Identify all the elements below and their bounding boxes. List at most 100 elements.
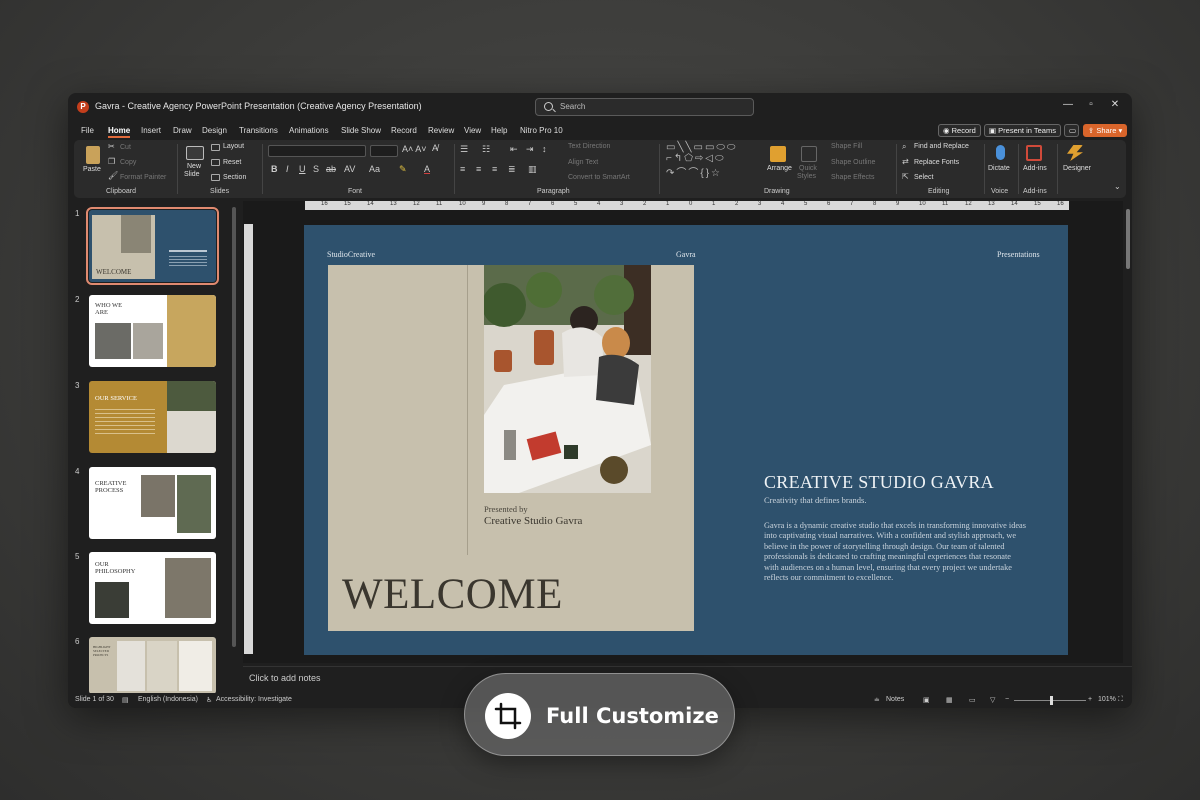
quick-styles-label-1[interactable]: Quick xyxy=(799,165,817,172)
designer-icon[interactable] xyxy=(1067,145,1083,161)
spelling-icon[interactable]: ▤ xyxy=(122,696,129,704)
notes-toggle-icon[interactable]: ≐ xyxy=(874,696,880,704)
find-icon[interactable]: ⌕ xyxy=(902,142,906,152)
tab-insert[interactable]: Insert xyxy=(141,126,161,135)
shape-fill-button[interactable]: Shape Fill xyxy=(831,143,862,150)
present-in-teams-button[interactable]: ▣ Present in Teams xyxy=(984,124,1061,137)
arrange-button[interactable]: Arrange xyxy=(767,165,792,172)
layout-button[interactable]: Layout xyxy=(223,143,244,150)
char-spacing-icon[interactable]: AV xyxy=(344,164,355,174)
align-center-icon[interactable]: ≡ xyxy=(476,164,481,174)
format-painter-icon[interactable]: 🖌 xyxy=(108,171,118,180)
shadow-icon[interactable]: S xyxy=(313,164,319,174)
slide-thumbnail-5[interactable]: OUR PHILOSOPHY xyxy=(89,552,216,624)
numbering-icon[interactable]: ☷ xyxy=(482,144,490,155)
align-text-button[interactable]: Align Text xyxy=(568,159,598,166)
justify-icon[interactable]: ≣ xyxy=(508,164,516,175)
reading-view-icon[interactable]: ▭ xyxy=(969,696,976,704)
normal-view-icon[interactable]: ▣ xyxy=(923,696,930,704)
replace-fonts-button[interactable]: Replace Fonts xyxy=(914,159,959,166)
decrease-indent-icon[interactable]: ⇤ xyxy=(510,144,518,155)
slide-thumbnail-2[interactable]: WHO WE ARE xyxy=(89,295,216,367)
record-button[interactable]: ◉ Record xyxy=(938,124,981,137)
copy-icon[interactable]: ❐ xyxy=(108,157,115,166)
close-icon[interactable]: ✕ xyxy=(1108,99,1122,110)
paste-icon[interactable] xyxy=(86,146,100,164)
reset-button[interactable]: Reset xyxy=(223,159,241,166)
slideshow-icon[interactable]: ▽ xyxy=(990,696,995,704)
find-replace-button[interactable]: Find and Replace xyxy=(914,143,969,150)
cut-button[interactable]: Cut xyxy=(120,144,131,151)
arrange-icon[interactable] xyxy=(770,146,786,162)
zoom-out-icon[interactable]: − xyxy=(1005,696,1009,703)
quick-styles-label-2[interactable]: Styles xyxy=(797,173,816,180)
select-icon[interactable]: ⇱ xyxy=(902,172,909,181)
line-spacing-icon[interactable]: ↕ xyxy=(542,144,547,154)
designer-button[interactable]: Designer xyxy=(1063,165,1091,172)
copy-button[interactable]: Copy xyxy=(120,159,136,166)
shape-effects-button[interactable]: Shape Effects xyxy=(831,174,874,181)
underline-icon[interactable]: U xyxy=(299,164,306,174)
zoom-level[interactable]: 101% xyxy=(1098,696,1116,703)
tab-review[interactable]: Review xyxy=(428,126,454,135)
grow-font-icon[interactable]: A˄ A˅ xyxy=(402,144,427,154)
shape-outline-button[interactable]: Shape Outline xyxy=(831,159,875,166)
paste-label[interactable]: Paste xyxy=(83,166,101,173)
font-size-select[interactable] xyxy=(370,145,398,157)
tab-design[interactable]: Design xyxy=(202,126,227,135)
ribbon-collapse-icon[interactable]: ⌄ xyxy=(1114,182,1121,191)
italic-icon[interactable]: I xyxy=(286,164,289,174)
convert-smartart-button[interactable]: Convert to SmartArt xyxy=(568,174,630,181)
align-left-icon[interactable]: ≡ xyxy=(460,164,465,174)
select-button[interactable]: Select xyxy=(914,174,933,181)
search-input[interactable]: Search xyxy=(535,98,754,116)
zoom-slider-thumb[interactable] xyxy=(1050,696,1053,705)
maximize-icon[interactable]: ▫ xyxy=(1084,99,1098,110)
slide-thumbnail-3[interactable]: OUR SERVICE xyxy=(89,381,216,453)
tab-nitro-pro[interactable]: Nitro Pro 10 xyxy=(520,126,563,135)
font-color-icon[interactable]: A xyxy=(424,164,430,174)
align-right-icon[interactable]: ≡ xyxy=(492,164,497,174)
tab-slide-show[interactable]: Slide Show xyxy=(341,126,381,135)
layout-icon[interactable] xyxy=(211,144,220,151)
minimize-icon[interactable]: — xyxy=(1061,99,1075,110)
accessibility-status[interactable]: Accessibility: Investigate xyxy=(216,696,292,703)
tab-record[interactable]: Record xyxy=(391,126,417,135)
reset-icon[interactable] xyxy=(211,159,220,166)
clear-formatting-icon[interactable]: A̸ xyxy=(432,143,438,153)
format-painter-button[interactable]: Format Painter xyxy=(120,174,166,181)
tab-file[interactable]: File xyxy=(81,126,94,135)
tab-animations[interactable]: Animations xyxy=(289,126,329,135)
section-icon[interactable] xyxy=(211,174,220,181)
dictate-button[interactable]: Dictate xyxy=(988,165,1010,172)
cut-icon[interactable]: ✂ xyxy=(108,142,115,151)
zoom-in-icon[interactable]: + xyxy=(1088,696,1092,703)
language-status[interactable]: English (Indonesia) xyxy=(138,696,198,703)
new-slide-label-2[interactable]: Slide xyxy=(184,171,200,178)
tab-home[interactable]: Home xyxy=(108,126,131,138)
tab-help[interactable]: Help xyxy=(491,126,507,135)
slide-thumbnail-4[interactable]: CREATIVE PROCESS xyxy=(89,467,216,539)
increase-indent-icon[interactable]: ⇥ xyxy=(526,144,534,155)
notes-placeholder[interactable]: Click to add notes xyxy=(249,673,321,683)
add-ins-icon[interactable] xyxy=(1026,145,1042,161)
bold-icon[interactable]: B xyxy=(271,164,278,174)
notes-toggle-button[interactable]: Notes xyxy=(886,696,904,703)
shapes-gallery[interactable]: ▭╲╲▭▭⬭⬭ ⌐↰⬠⇨◁⬭ ↷⌒⌒{}☆ xyxy=(666,142,737,179)
slide-sorter-icon[interactable]: ▦ xyxy=(946,696,953,704)
share-button[interactable]: ⇪ Share ▾ xyxy=(1083,124,1128,137)
text-direction-button[interactable]: Text Direction xyxy=(568,143,610,150)
microphone-icon[interactable] xyxy=(996,145,1005,160)
zoom-slider[interactable] xyxy=(1014,696,1086,705)
canvas-scrollbar-thumb[interactable] xyxy=(1126,209,1130,269)
comments-icon[interactable]: ▭ xyxy=(1064,124,1079,137)
quick-styles-icon[interactable] xyxy=(801,146,817,162)
new-slide-icon[interactable] xyxy=(186,146,204,160)
accessibility-icon[interactable]: ♿ xyxy=(206,696,212,704)
tab-transitions[interactable]: Transitions xyxy=(239,126,278,135)
add-ins-button[interactable]: Add-ins xyxy=(1023,165,1047,172)
thumbnails-scrollbar[interactable] xyxy=(232,207,236,647)
highlight-icon[interactable]: ✎ xyxy=(399,164,407,175)
change-case-icon[interactable]: Aa xyxy=(369,164,380,174)
strikethrough-icon[interactable]: ab xyxy=(326,164,336,174)
